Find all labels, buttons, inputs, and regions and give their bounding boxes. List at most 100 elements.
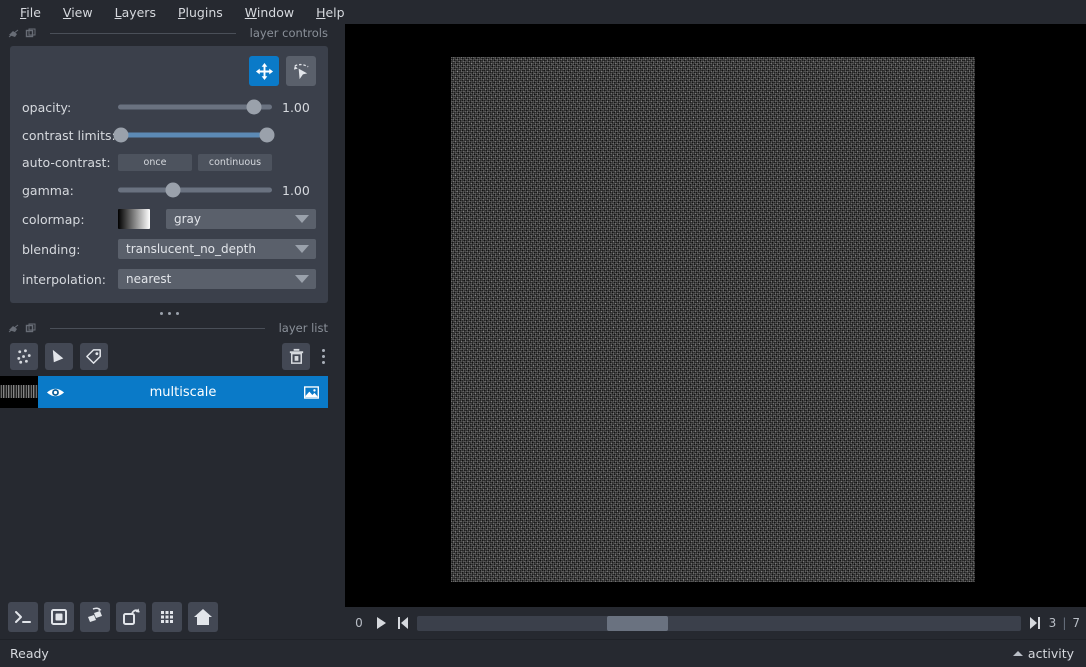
contrast-limits-slider[interactable] [118, 126, 272, 144]
grid-view-button[interactable] [152, 602, 182, 632]
auto-contrast-buttons: once continuous [118, 154, 272, 171]
dimension-total-value: 7 [1072, 616, 1080, 630]
home-button[interactable] [188, 602, 218, 632]
menu-window[interactable]: Window [235, 2, 304, 23]
float-dock-icon[interactable] [8, 323, 19, 334]
colormap-control: gray [118, 209, 316, 229]
chevron-down-icon [295, 275, 309, 283]
menu-layers[interactable]: Layers [105, 2, 166, 23]
gamma-knob[interactable] [166, 183, 181, 198]
status-bar: Ready activity [0, 639, 1086, 667]
colormap-swatch [118, 209, 150, 229]
viewer-buttons-toolbar [8, 602, 218, 632]
layer-list-menu-button[interactable] [317, 349, 330, 364]
blending-control: translucent_no_depth [118, 239, 316, 259]
layer-controls-panel: opacity: 1.00 contrast limits: [10, 46, 328, 303]
layer-visibility-toggle[interactable] [38, 383, 72, 402]
auto-contrast-continuous-button[interactable]: continuous [198, 154, 272, 171]
dimension-separator: | [1062, 616, 1066, 630]
layer-list-item-multiscale[interactable]: multiscale [0, 376, 328, 408]
colormap-dropdown[interactable]: gray [166, 209, 316, 229]
contrast-limits-fill [121, 133, 267, 138]
console-button[interactable] [8, 602, 38, 632]
close-dock-icon[interactable] [25, 28, 36, 39]
auto-contrast-control: once continuous [118, 154, 316, 171]
opacity-slider[interactable] [118, 98, 272, 116]
layer-thumbnail [0, 376, 38, 408]
blending-dropdown[interactable]: translucent_no_depth [118, 239, 316, 259]
status-message: Ready [10, 646, 49, 661]
blending-value: translucent_no_depth [126, 242, 256, 256]
layer-name-label: multiscale [72, 385, 294, 400]
ndisplay-toggle-button[interactable] [44, 602, 74, 632]
header-rule [50, 33, 236, 34]
dimension-axis-label: 0 [351, 616, 367, 630]
gamma-slider[interactable] [118, 181, 272, 199]
dimension-readout: 3 | 7 [1049, 616, 1080, 630]
close-dock-icon[interactable] [25, 323, 36, 334]
new-labels-layer-button[interactable] [80, 343, 108, 370]
layer-controls-grid: opacity: 1.00 contrast limits: [22, 98, 316, 289]
napari-viewer-window: File View Layers Plugins Window Help lay… [0, 0, 1086, 667]
contrast-limits-control [118, 126, 316, 144]
auto-contrast-label: auto-contrast: [22, 155, 118, 170]
menu-bar: File View Layers Plugins Window Help [0, 0, 1086, 24]
blending-label: blending: [22, 242, 118, 257]
header-rule [50, 328, 265, 329]
layer-controls-header: layer controls [0, 24, 338, 42]
interpolation-value: nearest [126, 272, 171, 286]
caret-up-icon [1013, 651, 1023, 656]
image-layer-render [451, 57, 975, 582]
dock-splitter-handle[interactable] [0, 303, 338, 319]
contrast-limits-low-knob[interactable] [114, 128, 129, 143]
thumbnail-noise [0, 385, 38, 398]
activity-area[interactable]: activity [1013, 646, 1074, 661]
dimension-slider-track[interactable] [417, 616, 1021, 631]
colormap-value: gray [174, 212, 201, 226]
new-shapes-layer-button[interactable] [45, 343, 73, 370]
interpolation-control: nearest [118, 269, 316, 289]
layer-tool-buttons [22, 56, 316, 86]
opacity-label: opacity: [22, 100, 118, 115]
interpolation-label: interpolation: [22, 272, 118, 287]
delete-layer-button[interactable] [282, 343, 310, 370]
layer-controls-title: layer controls [250, 26, 328, 40]
layer-list-header: layer list [0, 319, 338, 337]
dimension-current-value: 3 [1049, 616, 1057, 630]
transform-tool-button[interactable] [286, 56, 316, 86]
gamma-control: 1.00 [118, 181, 316, 199]
opacity-knob[interactable] [246, 100, 261, 115]
chevron-down-icon [295, 245, 309, 253]
left-dock-panel: layer controls opaci [0, 24, 338, 595]
layer-list-title: layer list [279, 321, 328, 335]
interpolation-dropdown[interactable]: nearest [118, 269, 316, 289]
activity-label: activity [1028, 646, 1074, 661]
float-dock-icon[interactable] [8, 28, 19, 39]
roll-dims-button[interactable] [80, 602, 110, 632]
layer-type-icon [294, 384, 328, 401]
gamma-value: 1.00 [282, 183, 316, 198]
contrast-limits-label: contrast limits: [22, 128, 118, 143]
opacity-control: 1.00 [118, 98, 316, 116]
layer-list-toolbar [0, 337, 338, 376]
menu-plugins[interactable]: Plugins [168, 2, 233, 23]
step-back-button[interactable] [395, 614, 411, 632]
menu-help[interactable]: Help [306, 2, 355, 23]
menu-view[interactable]: View [53, 2, 103, 23]
gamma-label: gamma: [22, 183, 118, 198]
dimension-slider-bar: 0 3 | 7 [345, 607, 1086, 639]
auto-contrast-once-button[interactable]: once [118, 154, 192, 171]
gamma-track [118, 188, 272, 193]
contrast-limits-high-knob[interactable] [260, 128, 275, 143]
play-button[interactable] [373, 614, 389, 632]
menu-file[interactable]: File [10, 2, 51, 23]
colormap-label: colormap: [22, 212, 118, 227]
viewer-canvas[interactable] [345, 24, 1086, 607]
dimension-slider-handle[interactable] [607, 616, 667, 631]
step-forward-button[interactable] [1027, 614, 1043, 632]
transpose-dims-button[interactable] [116, 602, 146, 632]
chevron-down-icon [295, 215, 309, 223]
opacity-value: 1.00 [282, 100, 316, 115]
new-points-layer-button[interactable] [10, 343, 38, 370]
pan-zoom-tool-button[interactable] [249, 56, 279, 86]
